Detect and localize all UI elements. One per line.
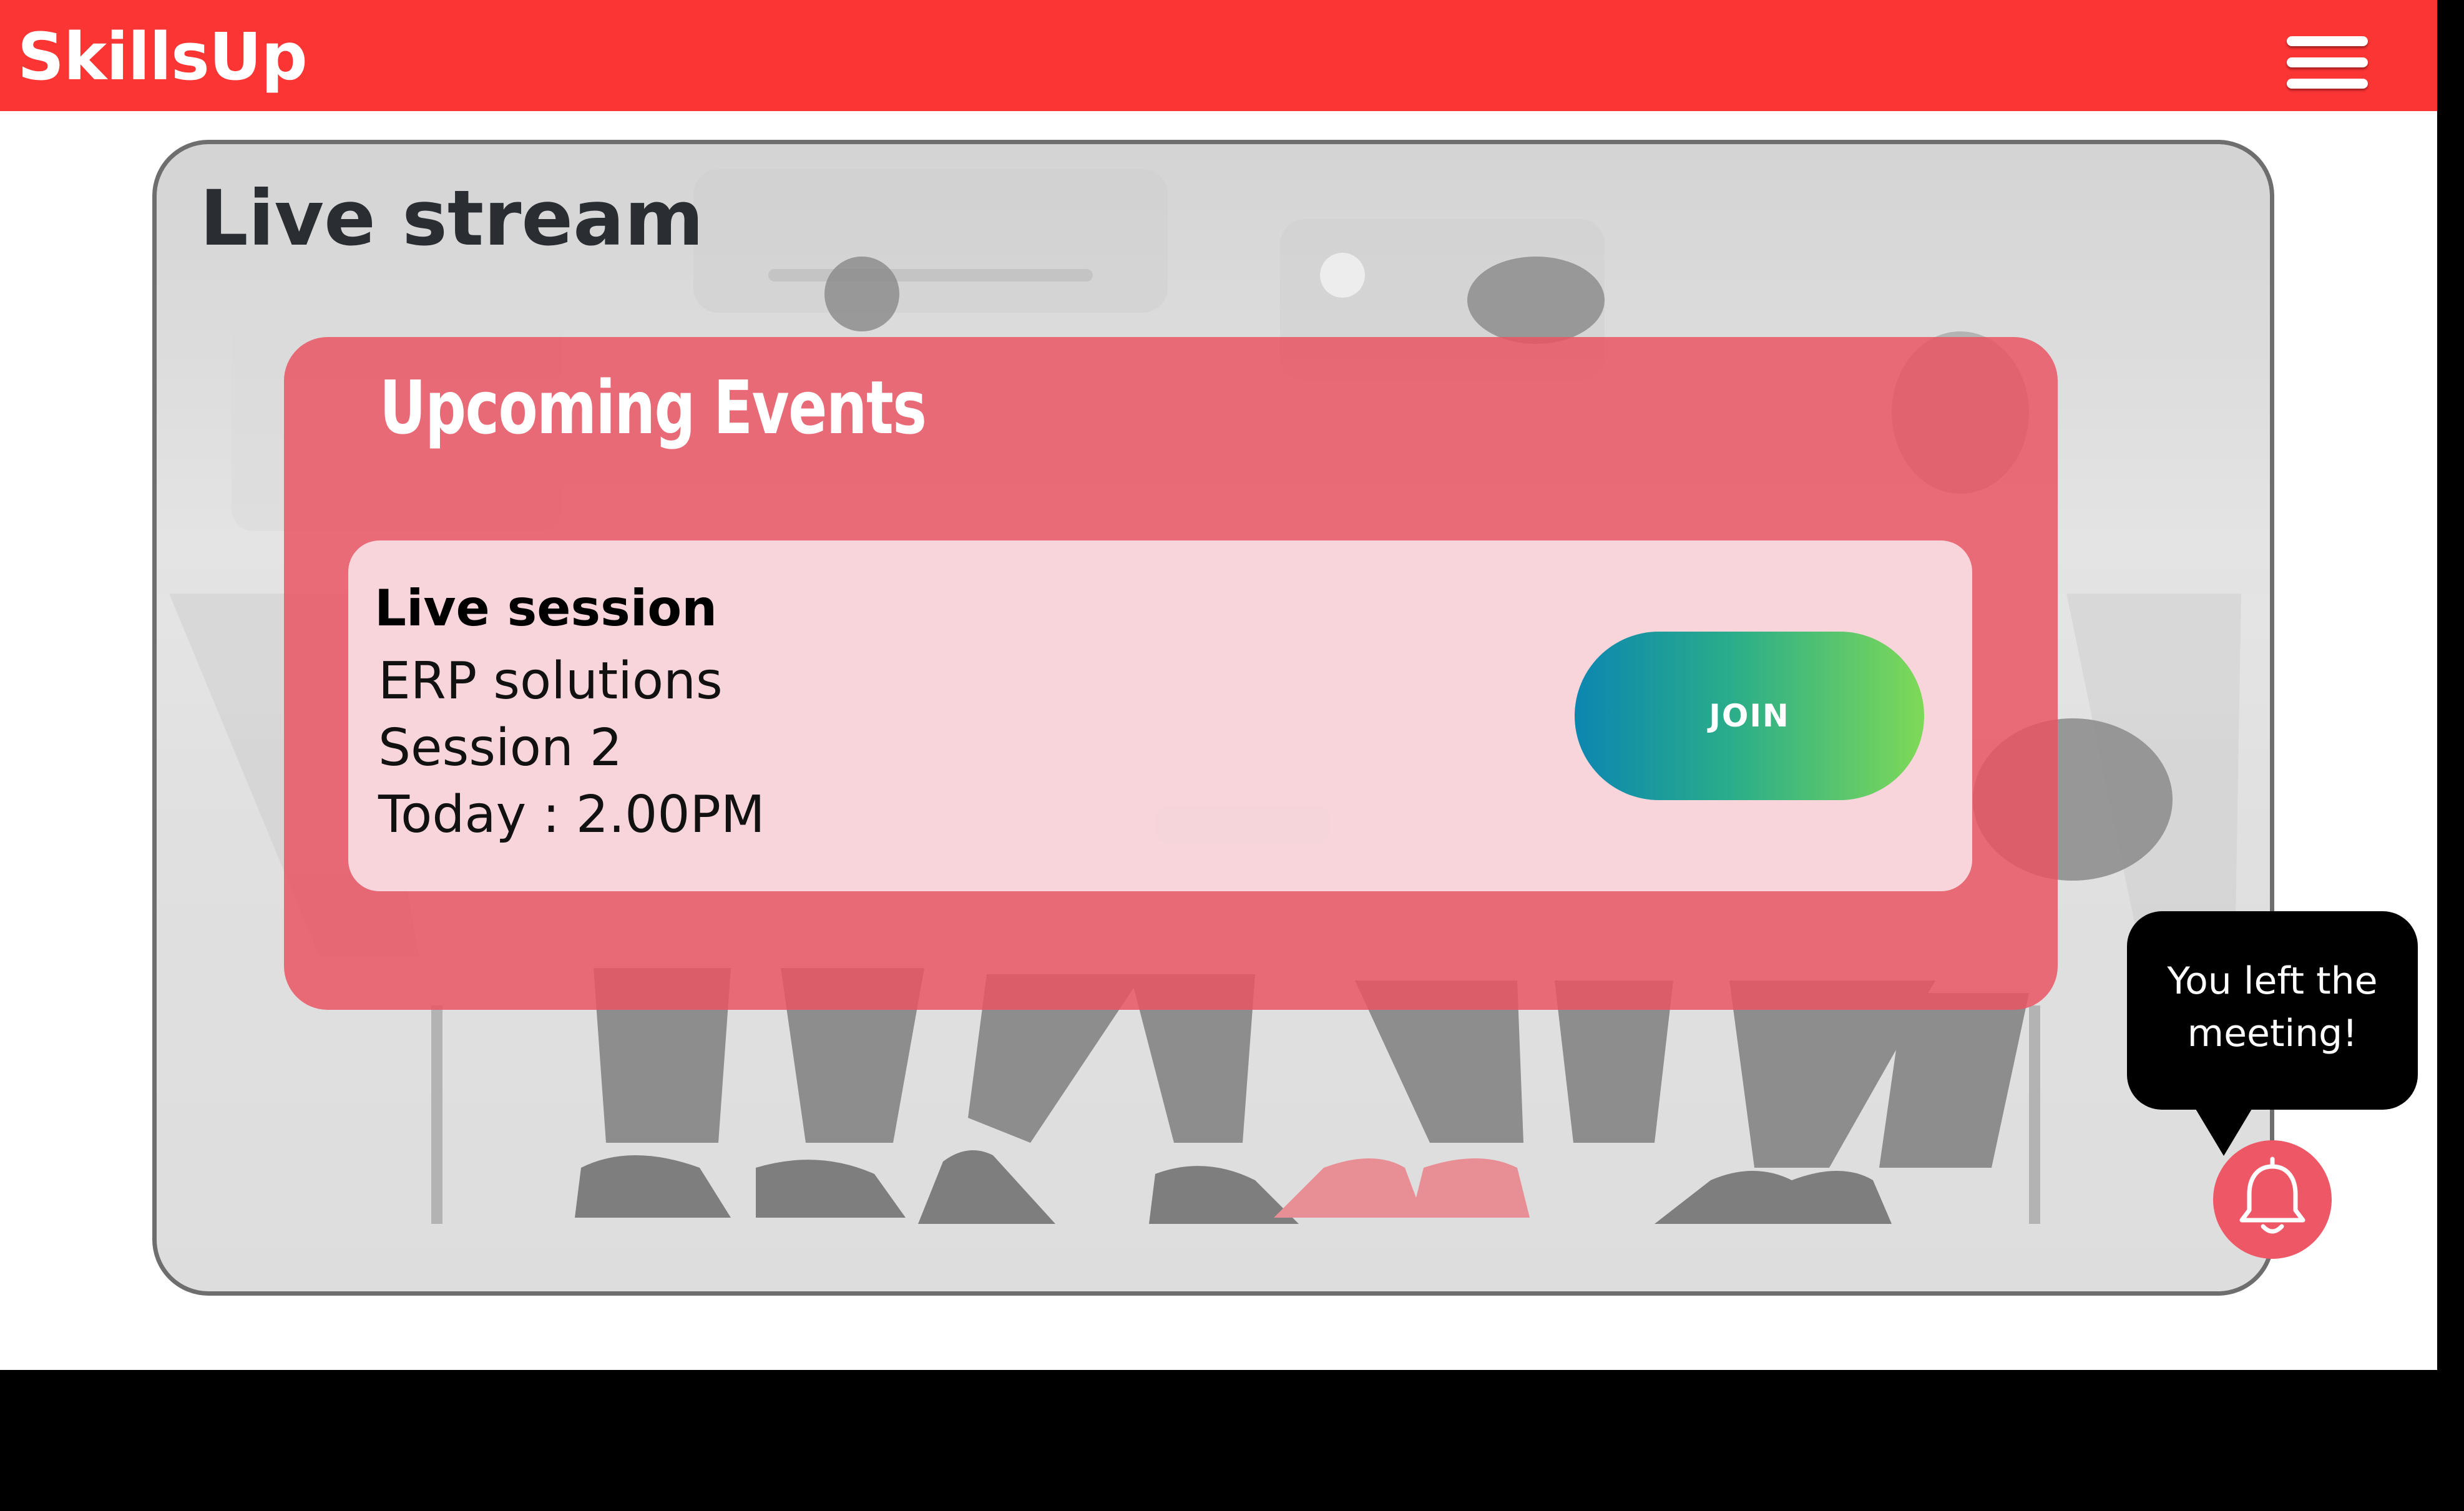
toast-message: You left the meeting! [2127,955,2418,1060]
join-button[interactable]: JOIN [1575,632,1924,800]
event-session: Session 2 [378,718,623,778]
hamburger-menu-icon[interactable] [2287,31,2368,94]
toast-message-line2: meeting! [2187,1012,2358,1055]
bell-icon [2239,1156,2305,1234]
menu-bar [2287,57,2368,67]
upcoming-events-title: Upcoming Events [379,364,927,451]
event-type: Live session [374,579,718,637]
app-page: SkillsUp Live stream Upcoming Events Liv… [0,0,2437,1370]
toast-message-line1: You left the [2167,959,2378,1003]
notification-bell-button[interactable] [2213,1140,2332,1259]
event-name: ERP solutions [378,652,723,711]
event-time: Today : 2.00PM [378,785,765,844]
top-header: SkillsUp [0,0,2437,111]
menu-bar [2287,79,2368,89]
menu-bar [2287,36,2368,46]
brand-logo[interactable]: SkillsUp [17,16,308,97]
live-stream-title: Live stream [200,174,704,263]
